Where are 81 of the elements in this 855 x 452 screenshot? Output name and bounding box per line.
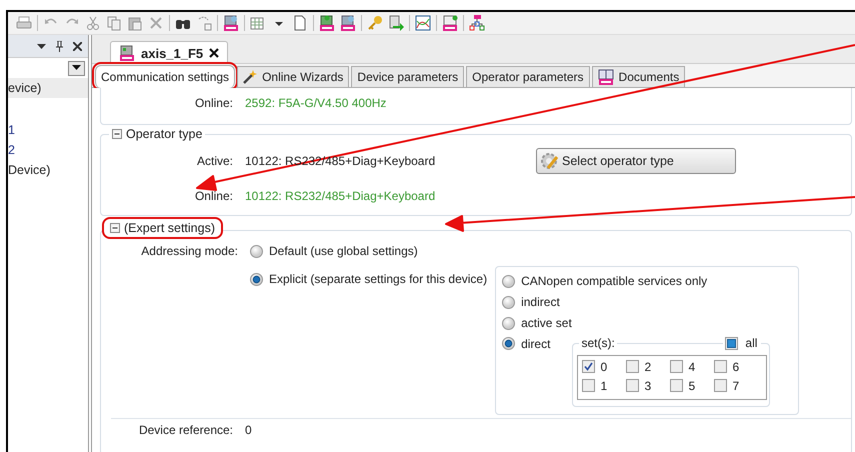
pin-icon[interactable]: [55, 40, 64, 52]
grid-icon[interactable]: [250, 15, 266, 31]
device-icon: [119, 45, 135, 61]
tab[interactable]: Online Wizards: [237, 66, 350, 87]
checkbox-label: 2: [644, 360, 652, 374]
tab[interactable]: Documents: [592, 66, 686, 87]
radio-label: active set: [521, 316, 572, 330]
sets-label: set(s):: [579, 336, 617, 350]
radio-label: direct: [521, 337, 550, 351]
checkbox-label: 7: [732, 378, 740, 392]
radio-button[interactable]: [502, 296, 516, 308]
replace-icon[interactable]: [196, 15, 212, 31]
network-icon[interactable]: [469, 15, 485, 31]
chart-icon[interactable]: [415, 15, 431, 31]
copy-icon[interactable]: [106, 15, 122, 31]
radio-button[interactable]: [502, 337, 516, 350]
collapse-icon[interactable]: [112, 129, 122, 139]
key-icon[interactable]: [367, 15, 383, 31]
tree-item[interactable]: Device): [8, 160, 88, 180]
field-label: Device reference:: [138, 423, 234, 437]
scissors-icon[interactable]: [85, 15, 101, 31]
checkbox-label: 5: [688, 378, 696, 392]
collapse-icon[interactable]: [110, 223, 120, 233]
group-title: Operator type: [126, 127, 202, 141]
device-icon[interactable]: [340, 15, 356, 31]
checkbox[interactable]: [714, 360, 728, 373]
delete-icon[interactable]: [148, 15, 164, 31]
tab[interactable]: Device parameters: [351, 66, 464, 87]
gear-icon: [540, 151, 560, 171]
radio-label: indirect: [521, 295, 560, 309]
select-operator-button[interactable]: Select operator type: [536, 148, 736, 174]
field-value: 0: [245, 423, 252, 437]
tree-item[interactable]: 2: [8, 140, 88, 160]
printer-icon[interactable]: [16, 15, 32, 31]
checkbox-label: 4: [688, 360, 696, 374]
field-value: 2592: F5A-G/V4.50 400Hz: [245, 96, 386, 110]
checkbox[interactable]: [714, 379, 728, 392]
radio-button[interactable]: [250, 244, 263, 258]
table-icon[interactable]: [442, 15, 458, 31]
device-icon[interactable]: [223, 15, 239, 31]
tree-item[interactable]: 1: [8, 120, 88, 140]
caret-icon: [72, 65, 81, 71]
tab[interactable]: Operator parameters: [466, 66, 590, 87]
checkbox[interactable]: [670, 360, 684, 373]
checkbox[interactable]: [670, 379, 684, 392]
field-label: Online:: [194, 96, 234, 110]
field-label: Active:: [196, 154, 234, 168]
document-tab[interactable]: axis_1_F5: [110, 41, 228, 64]
tree-item[interactable]: evice): [8, 78, 88, 98]
radio-label: Default (use global settings): [269, 244, 418, 258]
checkbox[interactable]: [582, 360, 596, 373]
export-icon[interactable]: [388, 15, 404, 31]
checkbox[interactable]: [626, 360, 640, 373]
radio-button[interactable]: [502, 316, 516, 330]
group-title: (Expert settings): [124, 221, 216, 235]
radio-label: Explicit (separate settings for this device): [269, 272, 488, 286]
wand-icon: [243, 70, 258, 84]
checkbox-label: 3: [644, 378, 652, 392]
caret-icon[interactable]: [37, 42, 46, 50]
radio-label: CANopen compatible services only: [521, 274, 708, 288]
paste-icon[interactable]: [127, 15, 143, 31]
checkbox[interactable]: [582, 379, 596, 392]
dropdown-button[interactable]: [68, 60, 85, 76]
checkbox-label: 6: [732, 360, 740, 374]
checkbox-label: 1: [600, 378, 608, 392]
device-icon[interactable]: [319, 15, 335, 31]
checkbox[interactable]: [725, 336, 738, 350]
book-icon: [598, 69, 614, 85]
tab[interactable]: Communication settings: [95, 65, 236, 88]
field-label: Addressing mode:: [140, 244, 239, 258]
radio-button[interactable]: [502, 274, 516, 288]
close-icon[interactable]: [209, 48, 220, 58]
document-title: axis_1_F5: [141, 46, 204, 60]
radio-button[interactable]: [250, 272, 263, 286]
field-value: 10122: RS232/485+Diag+Keyboard: [245, 189, 436, 203]
checkbox-label: all: [743, 336, 760, 350]
close-icon[interactable]: [73, 42, 82, 50]
document-icon[interactable]: [292, 15, 308, 31]
checkbox-label: 0: [600, 360, 608, 374]
checkbox[interactable]: [626, 379, 640, 392]
field-label: Online:: [194, 189, 234, 203]
